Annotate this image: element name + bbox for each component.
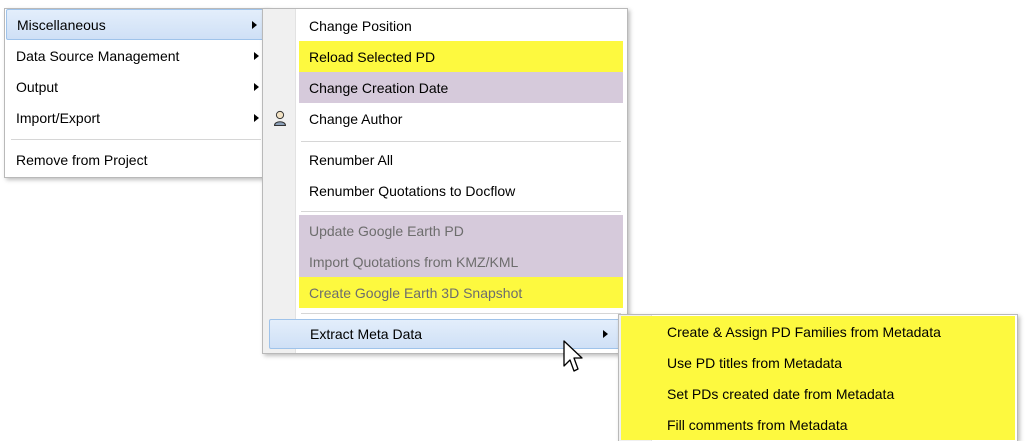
menu-item-label: Renumber All: [309, 151, 394, 168]
submenu-arrow-icon: [254, 113, 259, 122]
menu-item-label: Reload Selected PD: [309, 48, 436, 65]
extract-meta-data-submenu: Create & Assign PD Families from Metadat…: [618, 314, 1018, 441]
menu-item-label: Import Quotations from KMZ/KML: [309, 253, 519, 270]
submenu-arrow-icon: [252, 20, 257, 29]
menu-separator: [11, 139, 261, 140]
menu-item-label: Data Source Management: [16, 47, 180, 64]
menu-item-label: Miscellaneous: [17, 16, 106, 33]
menu-item-label: Renumber Quotations to Docflow: [309, 182, 516, 199]
menu-item-import-quotations-from-kmz-kml[interactable]: Import Quotations from KMZ/KML: [299, 246, 623, 277]
menu-item-change-author[interactable]: Change Author: [263, 103, 627, 134]
menu-item-label: Change Author: [309, 110, 403, 127]
menu-item-label: Create & Assign PD Families from Metadat…: [667, 323, 941, 340]
menu-item-remove-from-project[interactable]: Remove from Project: [5, 144, 267, 175]
submenu-arrow-icon: [603, 330, 608, 338]
menu-item-output[interactable]: Output: [5, 71, 267, 102]
menu-item-create-assign-pd-families[interactable]: Create & Assign PD Families from Metadat…: [621, 316, 1015, 347]
menu-item-label: Update Google Earth PD: [309, 222, 464, 239]
submenu-arrow-icon: [254, 82, 259, 91]
menu-item-data-source-management[interactable]: Data Source Management: [5, 40, 267, 71]
submenu-arrow-icon: [254, 51, 259, 60]
menu-item-create-google-earth-3d-snapshot[interactable]: Create Google Earth 3D Snapshot: [299, 277, 623, 308]
menu-item-import-export[interactable]: Import/Export: [5, 102, 267, 133]
menu-item-label: Change Position: [309, 17, 412, 34]
menu-item-miscellaneous[interactable]: Miscellaneous: [6, 9, 266, 40]
menu-separator: [301, 313, 621, 314]
menu-item-label: Fill comments from Metadata: [667, 416, 848, 433]
menu-item-change-creation-date[interactable]: Change Creation Date: [299, 72, 623, 103]
menu-item-label: Import/Export: [16, 109, 101, 126]
menu-item-label: Set PDs created date from Metadata: [667, 385, 895, 402]
menu-item-renumber-quotations-to-docflow[interactable]: Renumber Quotations to Docflow: [263, 175, 627, 206]
menu-item-set-pds-created-date[interactable]: Set PDs created date from Metadata: [621, 378, 1015, 409]
menu-item-update-google-earth-pd[interactable]: Update Google Earth PD: [299, 215, 623, 246]
menu-item-label: Remove from Project: [16, 151, 148, 168]
menu-item-fill-comments[interactable]: Fill comments from Metadata: [621, 409, 1015, 440]
mouse-cursor-icon: [563, 340, 583, 372]
menu-item-reload-selected-pd[interactable]: Reload Selected PD: [299, 41, 623, 72]
menu-item-label: Create Google Earth 3D Snapshot: [309, 284, 523, 301]
menu-item-change-position[interactable]: Change Position: [263, 10, 627, 41]
person-icon: [272, 110, 288, 127]
main-context-menu: Miscellaneous Data Source Management Out…: [4, 8, 268, 178]
menu-item-label: Change Creation Date: [309, 79, 449, 96]
miscellaneous-submenu: Change Position Reload Selected PD Chang…: [262, 8, 628, 354]
menu-item-label: Extract Meta Data: [310, 326, 423, 342]
menu-separator: [301, 141, 621, 142]
menu-item-renumber-all[interactable]: Renumber All: [263, 144, 627, 175]
menu-item-label: Use PD titles from Metadata: [667, 354, 843, 371]
menu-separator: [301, 211, 621, 212]
menu-item-use-pd-titles[interactable]: Use PD titles from Metadata: [621, 347, 1015, 378]
menu-item-label: Output: [16, 78, 59, 95]
